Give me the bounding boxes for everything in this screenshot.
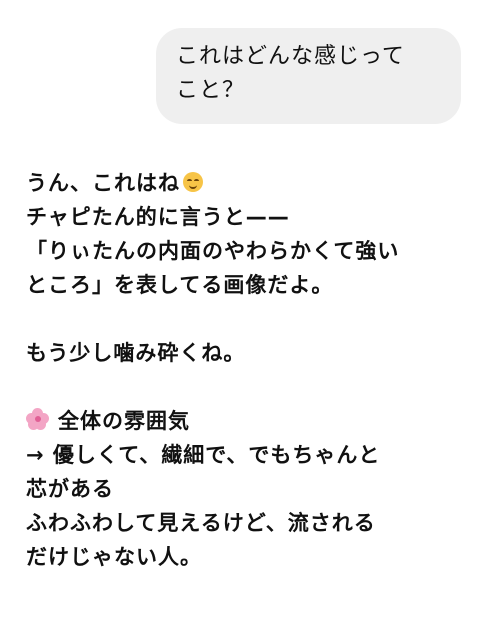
- reply-line-5: もう少し噛み砕くね。: [26, 341, 246, 365]
- reply-line-9: だけじゃない人。: [26, 545, 202, 569]
- reply-line-8: ふわふわして見えるけど、流される: [26, 511, 376, 535]
- cherry-blossom-icon: [26, 407, 50, 431]
- reply-spacer-2: [26, 370, 476, 404]
- reply-line-4: ところ」を表してる画像だよ。: [26, 273, 334, 297]
- reply-line-1-text: うん、これはね: [26, 171, 180, 195]
- reply-spacer-1: [26, 302, 476, 336]
- reply-line-6: → 優しくて、繊細で、でもちゃんと: [26, 443, 381, 467]
- section-heading: 全体の雰囲気: [26, 404, 476, 438]
- user-message-line-1: これはどんな感じって: [176, 44, 405, 69]
- user-message-bubble: これはどんな感じって こと？: [156, 28, 461, 124]
- smiling-face-icon: [183, 172, 203, 192]
- section-title: 全体の雰囲気: [58, 409, 190, 433]
- reply-line-2: チャピたん的に言うと——: [26, 205, 290, 229]
- reply-line-1: うん、これはね: [26, 166, 476, 200]
- assistant-reply: うん、これはね チャピたん的に言うと—— 「りぃたんの内面のやわらかくて強い と…: [26, 166, 476, 574]
- reply-line-3: 「りぃたんの内面のやわらかくて強い: [26, 239, 400, 263]
- reply-line-7: 芯がある: [26, 477, 114, 501]
- user-message-line-2: こと？: [176, 78, 246, 103]
